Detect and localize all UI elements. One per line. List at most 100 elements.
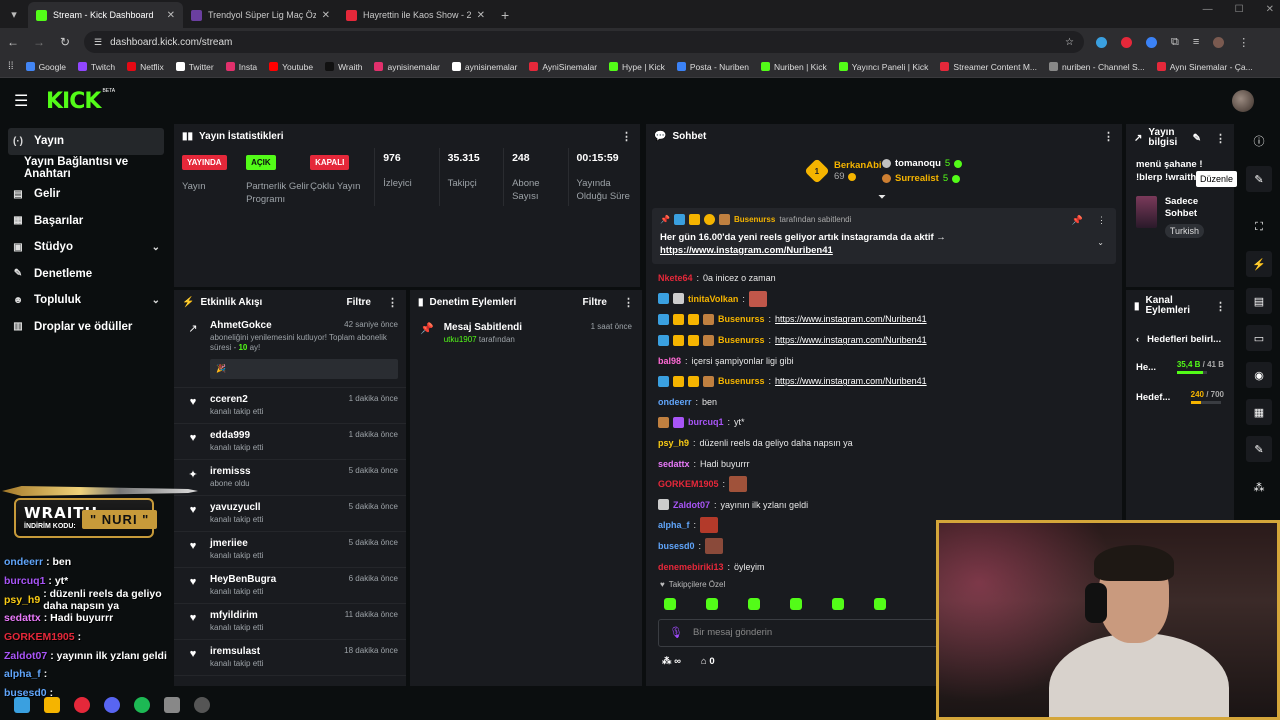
emote-icon[interactable] <box>664 597 676 610</box>
more-options-icon[interactable]: ⋮ <box>1215 132 1226 145</box>
browser-tab[interactable]: Hayrettin ile Kaos Show - 2.Sez ✕ <box>338 2 493 28</box>
chat-username[interactable]: Zaldot07 <box>673 500 710 510</box>
bookmark-item[interactable]: Wraith <box>325 62 362 72</box>
moderation-filter-button[interactable]: Filtre <box>583 297 607 308</box>
chat-username[interactable]: alpha_f <box>658 520 690 530</box>
info-icon[interactable]: ⓘ <box>1246 128 1272 154</box>
pinned-user[interactable]: Busenurss <box>734 215 775 224</box>
bookmark-item[interactable]: Streamer Content M... <box>940 62 1037 72</box>
kick-logo[interactable]: KICK <box>46 89 101 114</box>
sidebar-item[interactable]: ▦ Başarılar <box>8 208 164 235</box>
chat-username[interactable]: burcuq1 <box>688 417 724 427</box>
layout-icon[interactable]: ▦ <box>1246 399 1272 425</box>
bookmark-item[interactable]: Twitch <box>77 62 115 72</box>
expand-leaderboard-icon[interactable]: ⏷ <box>878 192 886 203</box>
chevron-down-icon[interactable]: ⌄ <box>1097 238 1104 247</box>
chat-username[interactable]: GORKEM1905 <box>658 479 719 489</box>
chat-username[interactable]: psy_h9 <box>658 438 689 448</box>
activity-user[interactable]: AhmetGokce <box>210 320 272 331</box>
chat-username[interactable]: sedattx <box>658 459 690 469</box>
wrench-icon[interactable]: ✎ <box>1246 436 1272 462</box>
bookmark-item[interactable]: Twitter <box>175 62 214 72</box>
more-options-icon[interactable]: ⋮ <box>623 296 634 309</box>
close-tab-icon[interactable]: ✕ <box>477 10 485 21</box>
sidebar-item[interactable]: ▥ Droplar ve ödüller <box>8 314 164 341</box>
extension-icon[interactable] <box>1121 36 1132 48</box>
more-options-icon[interactable]: ⋮ <box>1103 130 1114 143</box>
document-icon[interactable]: ▤ <box>1246 288 1272 314</box>
chat-username[interactable]: tinitaVolkan <box>688 294 738 304</box>
bookmark-item[interactable]: nuriben - Channel S... <box>1049 62 1145 72</box>
chat-link[interactable]: https://www.instagram.com/Nuriben41 <box>775 376 927 386</box>
browser-tab[interactable]: Trendyol Süper Lig Maç Özetler ✕ <box>183 2 338 28</box>
menu-icon[interactable]: ☰ <box>14 91 36 111</box>
close-window-icon[interactable]: ✕ <box>1266 4 1274 15</box>
activity-user[interactable]: yavuzyucll <box>210 502 261 513</box>
avatar[interactable] <box>1232 90 1254 112</box>
lightning-icon[interactable]: ⚡ <box>1246 251 1272 277</box>
category[interactable]: Sadece Sohbet Turkish <box>1126 190 1234 245</box>
edit-icon[interactable]: ✎ <box>1246 166 1272 192</box>
apps-icon[interactable]: ⁞⁞ <box>8 61 14 72</box>
more-options-icon[interactable]: ⋮ <box>387 296 398 309</box>
bookmark-item[interactable]: Youtube <box>269 62 313 72</box>
extension-icon[interactable] <box>1096 36 1107 48</box>
chat-link[interactable]: https://www.instagram.com/Nuriben41 <box>775 335 927 345</box>
bookmark-item[interactable]: Hype | Kick <box>609 62 665 72</box>
sidebar-item[interactable]: ▤ Gelir <box>8 181 164 208</box>
browser-tab[interactable]: Stream - Kick Dashboard ✕ <box>28 2 183 28</box>
sidebar-item[interactable]: ✎ Denetleme <box>8 261 164 288</box>
bookmark-item[interactable]: Insta <box>225 62 257 72</box>
close-tab-icon[interactable]: ✕ <box>322 10 330 21</box>
activity-filter-button[interactable]: Filtre <box>347 297 371 308</box>
bookmark-star-icon[interactable]: ☆ <box>1065 37 1074 48</box>
bookmark-item[interactable]: Yayıncı Paneli | Kick <box>838 62 928 72</box>
reading-list-icon[interactable]: ≡ <box>1193 36 1199 48</box>
emote-icon[interactable] <box>748 597 760 610</box>
store-count[interactable]: ⌂ 0 <box>701 656 715 667</box>
chat-username[interactable]: Nkete64 <box>658 273 693 283</box>
activity-user[interactable]: mfyildirim <box>210 610 258 621</box>
moderator-user[interactable]: utku1907 <box>444 335 477 344</box>
bookmark-item[interactable]: Netflix <box>127 62 164 72</box>
mic-icon[interactable]: 🎙 <box>669 626 683 639</box>
new-tab-button[interactable]: + <box>493 2 517 28</box>
emote-icon[interactable] <box>874 597 886 610</box>
goal-item[interactable]: Hedef... 240 / 700 <box>1126 382 1234 412</box>
reload-icon[interactable]: ↻ <box>58 35 72 49</box>
close-tab-icon[interactable]: ✕ <box>167 10 175 21</box>
bookmark-item[interactable]: Aynı Sinemalar - Ça... <box>1156 62 1253 72</box>
sidebar-item[interactable]: ☻ Topluluk ⌄ <box>8 287 164 314</box>
goal-item[interactable]: He... 35,4 B / 41 B <box>1126 352 1234 382</box>
fullscreen-icon[interactable]: ⛶ <box>1246 214 1272 240</box>
url-field[interactable]: ☰ dashboard.kick.com/stream ☆ <box>84 31 1084 53</box>
chat-link[interactable]: https://www.instagram.com/Nuriben41 <box>775 314 927 324</box>
activity-user[interactable]: HeyBenBugra <box>210 574 276 585</box>
broadcast-icon[interactable]: ◉ <box>1246 362 1272 388</box>
chat-username[interactable]: ondeerr <box>658 397 692 407</box>
sidebar-item[interactable]: Yayın Bağlantısı ve Anahtarı <box>8 155 164 182</box>
activity-user[interactable]: cceren2 <box>210 394 248 405</box>
activity-user[interactable]: edda999 <box>210 430 250 441</box>
chat-username[interactable]: Busenurss <box>718 335 765 345</box>
infinite-points[interactable]: ⁂ ∞ <box>662 656 681 667</box>
bookmark-item[interactable]: AyniSinemalar <box>529 62 597 72</box>
bookmark-item[interactable]: Nuriben | Kick <box>760 62 827 72</box>
more-options-icon[interactable]: ⋮ <box>621 130 632 143</box>
sidebar-item[interactable]: ▣ Stüdyo ⌄ <box>8 234 164 261</box>
chat-icon[interactable]: ▭ <box>1246 325 1272 351</box>
emote-icon[interactable] <box>706 597 718 610</box>
chat-username[interactable]: Busenurss <box>718 314 765 324</box>
top-gifter[interactable]: 1 BerkanAbi 69 <box>804 158 882 184</box>
bookmark-item[interactable]: aynisinemalar <box>451 62 517 72</box>
gifter-row[interactable]: tomanoqu 5 <box>882 158 963 169</box>
maximize-icon[interactable]: ☐ <box>1235 4 1244 15</box>
chat-username[interactable]: Busenurss <box>718 376 765 386</box>
share-icon[interactable]: ⁂ <box>1246 474 1272 500</box>
emote-icon[interactable] <box>832 597 844 610</box>
sidebar-item[interactable]: (·) Yayın <box>8 128 164 155</box>
back-icon[interactable]: ← <box>6 35 20 49</box>
forward-icon[interactable]: → <box>32 35 46 49</box>
goals-back[interactable]: ‹ Hedefleri belirl... <box>1126 326 1234 352</box>
more-options-icon[interactable]: ⋮ <box>1215 300 1226 313</box>
